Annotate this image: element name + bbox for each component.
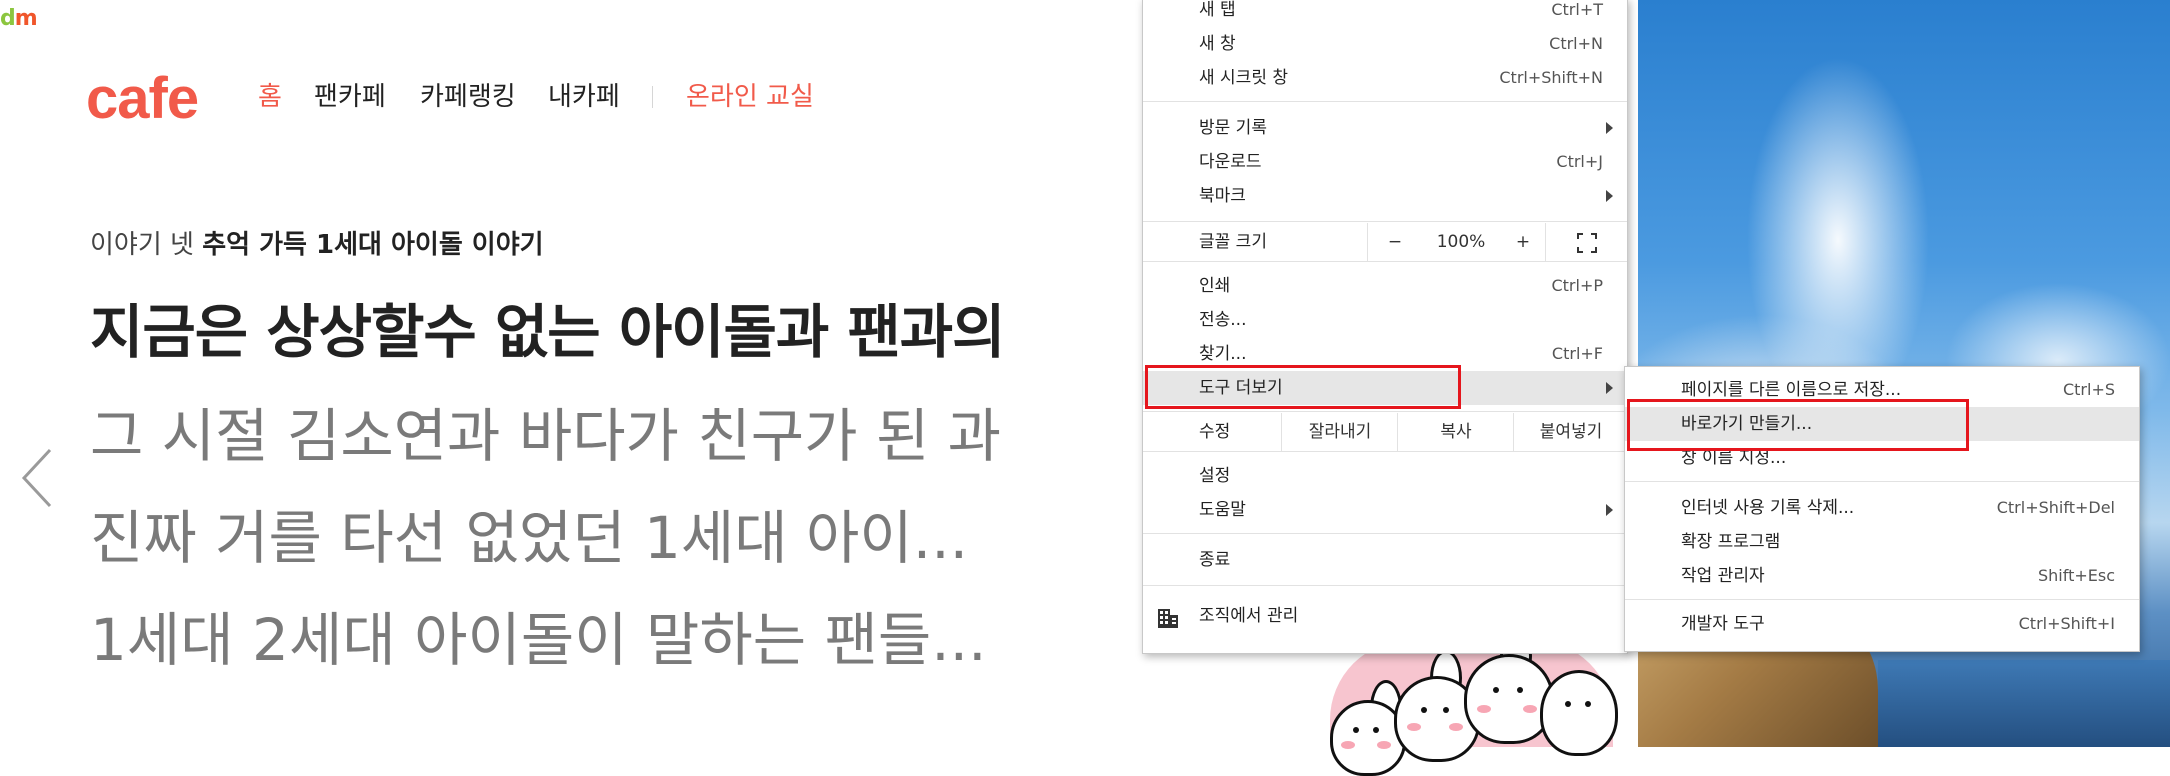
menu-exit[interactable]: 종료 — [1143, 543, 1627, 577]
zoom-label: 글꼴 크기 — [1199, 232, 1267, 252]
bunny-face — [1464, 654, 1554, 744]
story-prefix: 이야기 넷 — [90, 230, 194, 260]
menu-downloads[interactable]: 다운로드 Ctrl+J — [1143, 145, 1627, 179]
nav-online-class[interactable]: 온라인 교실 — [686, 80, 814, 114]
highlight-box-more-tools — [1145, 365, 1461, 409]
menu-bookmarks[interactable]: 북마크 — [1143, 179, 1627, 213]
menu-cast[interactable]: 전송... — [1143, 303, 1627, 337]
menu-separator — [1143, 221, 1627, 222]
menu-developer-tools[interactable]: 개발자 도구 Ctrl+Shift+I — [1625, 607, 2139, 641]
menu-managed-by-org[interactable]: 조직에서 관리 — [1143, 599, 1627, 633]
menu-extensions[interactable]: 확장 프로그램 — [1625, 525, 2139, 559]
menu-separator — [1143, 101, 1627, 102]
nav-fancafe[interactable]: 팬카페 — [314, 80, 386, 114]
menu-new-window[interactable]: 새 창 Ctrl+N — [1143, 27, 1627, 61]
menu-separator — [1143, 585, 1627, 586]
menu-new-tab[interactable]: 새 탭 Ctrl+T — [1143, 0, 1627, 27]
daum-logo[interactable]: dm — [0, 6, 38, 31]
menu-separator — [1143, 261, 1627, 262]
menu-separator — [1625, 481, 2139, 482]
nav-divider — [652, 86, 653, 108]
edit-label: 수정 — [1199, 422, 1231, 442]
nav-my-cafe[interactable]: 내카페 — [548, 80, 620, 114]
story-title[interactable]: 추억 가득 1세대 아이돌 이야기 — [202, 230, 543, 260]
fullscreen-button[interactable] — [1545, 223, 1628, 261]
nav-cafe-ranking[interactable]: 카페랭킹 — [420, 80, 516, 114]
menu-clear-browsing-data[interactable]: 인터넷 사용 기록 삭제... Ctrl+Shift+Del — [1625, 491, 2139, 525]
cut-button[interactable]: 잘라내기 — [1281, 413, 1398, 451]
chevron-left-icon[interactable] — [20, 448, 54, 508]
menu-print[interactable]: 인쇄 Ctrl+P — [1143, 269, 1627, 303]
chevron-right-icon — [1606, 122, 1613, 134]
sub-item-2[interactable]: 진짜 거를 타선 없었던 1세대 아이... — [90, 500, 968, 576]
sub-item-1[interactable]: 그 시절 김소연과 바다가 친구가 된 과 — [90, 398, 1001, 474]
sub-item-3[interactable]: 1세대 2세대 아이돌이 말하는 팬들... — [90, 602, 987, 678]
highlight-box-create-shortcut — [1627, 399, 1969, 451]
chevron-right-icon — [1606, 504, 1613, 516]
chevron-right-icon — [1606, 190, 1613, 202]
menu-task-manager[interactable]: 작업 관리자 Shift+Esc — [1625, 559, 2139, 593]
menu-separator — [1143, 533, 1627, 534]
copy-button[interactable]: 복사 — [1397, 413, 1514, 451]
more-tools-submenu: 페이지를 다른 이름으로 저장... Ctrl+S 바로가기 만들기... 창 … — [1624, 366, 2140, 652]
wallpaper-sea — [1878, 660, 2170, 747]
zoom-in-button[interactable]: + — [1501, 223, 1545, 261]
chevron-right-icon — [1606, 382, 1613, 394]
daum-logo-d: d — [0, 6, 16, 31]
menu-incognito[interactable]: 새 시크릿 창 Ctrl+Shift+N — [1143, 61, 1627, 95]
paste-button[interactable]: 붙여넣기 — [1513, 413, 1628, 451]
nav-home[interactable]: 홈 — [258, 80, 282, 114]
zoom-out-button[interactable]: − — [1367, 223, 1422, 261]
bunny-illustration — [1330, 626, 1618, 776]
fullscreen-icon — [1577, 233, 1597, 253]
bunny-face — [1540, 670, 1618, 756]
headline[interactable]: 지금은 상상할수 없는 아이돌과 팬과의 — [90, 294, 1006, 370]
menu-separator — [1143, 451, 1627, 452]
menu-zoom-row: 글꼴 크기 − 100% + — [1143, 223, 1627, 261]
menu-separator — [1625, 599, 2139, 600]
daum-logo-m: m — [14, 6, 38, 31]
menu-separator — [1143, 411, 1627, 412]
menu-history[interactable]: 방문 기록 — [1143, 111, 1627, 145]
menu-help[interactable]: 도움말 — [1143, 493, 1627, 527]
menu-settings[interactable]: 설정 — [1143, 459, 1627, 493]
story-label: 이야기 넷 추억 가득 1세대 아이돌 이야기 — [90, 228, 544, 262]
menu-edit-row: 수정 잘라내기 복사 붙여넣기 — [1143, 413, 1627, 451]
cafe-logo[interactable]: cafe — [86, 64, 199, 134]
chrome-main-menu: 새 탭 Ctrl+T 새 창 Ctrl+N 새 시크릿 창 Ctrl+Shift… — [1142, 0, 1628, 654]
zoom-level: 100% — [1436, 232, 1486, 252]
building-icon — [1158, 609, 1178, 628]
